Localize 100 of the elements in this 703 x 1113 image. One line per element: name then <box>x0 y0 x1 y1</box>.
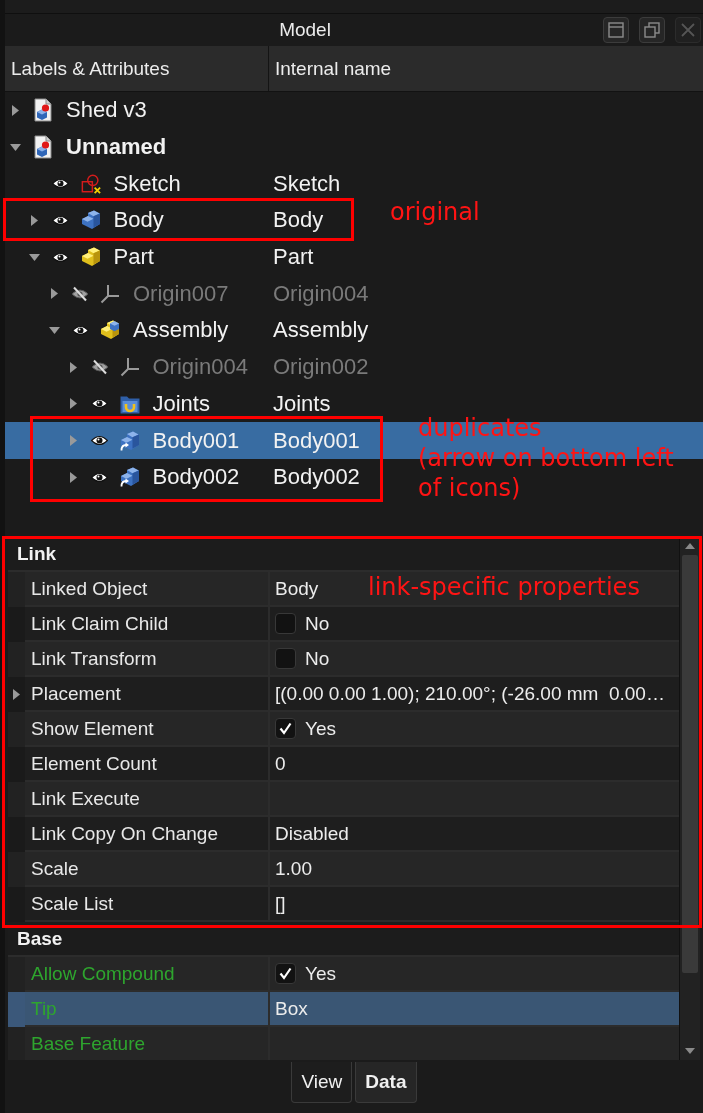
property-name: Tip <box>31 997 57 1020</box>
property-row[interactable]: Base Feature <box>8 1027 679 1060</box>
eye-icon[interactable] <box>91 471 108 483</box>
tick-icon <box>279 967 292 980</box>
caret-icon[interactable] <box>11 104 19 116</box>
property-row[interactable]: Link Claim Child No <box>8 607 679 642</box>
restore-button[interactable] <box>639 17 665 43</box>
property-row[interactable]: Link Transform No <box>8 642 679 677</box>
block-arrow-icon <box>119 467 140 488</box>
block-icon <box>80 247 101 268</box>
property-name: Allow Compound <box>31 962 175 985</box>
item-label[interactable]: Joints <box>152 390 210 417</box>
property-row[interactable]: Linked Object Body link-specific properties <box>8 572 679 607</box>
internal-name: Part <box>273 244 314 271</box>
property-name: Base Feature <box>31 1032 146 1055</box>
block-arrow-icon <box>119 430 140 451</box>
scroll-down-icon[interactable] <box>685 1048 695 1054</box>
caret-icon[interactable] <box>50 288 58 300</box>
property-row[interactable]: Placement [(0.00 0.00 1.00); 210.00°; (-26.00 mm 0.00… <box>8 677 679 712</box>
property-row[interactable]: Scale 1.00 <box>8 852 679 887</box>
eye-icon[interactable] <box>52 214 69 226</box>
eye-icon[interactable] <box>71 324 89 336</box>
scrollbar[interactable] <box>679 537 700 1060</box>
property-name: Placement <box>31 682 121 705</box>
annotation-text: duplicates (arrow on bottom left of icons) <box>418 413 674 503</box>
eye-icon[interactable] <box>91 435 108 447</box>
caret-icon[interactable] <box>48 326 60 334</box>
property-value: Yes <box>305 717 336 740</box>
item-label[interactable]: Part <box>113 244 154 271</box>
close-icon <box>680 22 696 38</box>
checkbox[interactable] <box>275 648 296 669</box>
internal-name: Assembly <box>273 317 369 344</box>
property-name: Element Count <box>31 752 157 775</box>
caret-icon[interactable] <box>70 471 77 483</box>
internal-name: Origin004 <box>273 280 369 307</box>
property-name: Scale List <box>31 892 114 915</box>
property-row[interactable]: Tip Box <box>8 992 679 1027</box>
property-value: [(0.00 0.00 1.00); 210.00°; (-26.00 mm 0.00… <box>275 682 665 705</box>
item-label[interactable]: Body <box>113 207 164 234</box>
property-name: Linked Object <box>31 577 148 600</box>
eye-icon[interactable] <box>52 251 69 263</box>
item-label[interactable]: Body001 <box>152 427 240 454</box>
property-row[interactable]: Show Element Yes <box>8 712 679 747</box>
internal-name: Origin002 <box>273 354 369 381</box>
caret-icon[interactable] <box>31 214 38 226</box>
eye-icon[interactable] <box>91 398 108 410</box>
property-name: Link Claim Child <box>31 612 169 635</box>
caret-icon[interactable] <box>70 361 77 373</box>
property-value: Box <box>275 997 308 1020</box>
tab[interactable]: View <box>291 1062 353 1103</box>
tab[interactable]: Data <box>355 1062 417 1103</box>
eye-slash-icon[interactable] <box>90 359 109 376</box>
selected-tree-row[interactable]: Body001 Body001 <box>5 422 415 459</box>
checkbox[interactable] <box>275 613 296 634</box>
property-value: 0 <box>275 752 286 775</box>
property-row[interactable]: Link Execute <box>8 782 679 817</box>
caret-icon[interactable] <box>13 689 20 700</box>
property-value: No <box>305 647 330 670</box>
scroll-up-icon[interactable] <box>685 543 695 549</box>
internal-name: Sketch <box>273 170 341 197</box>
item-label[interactable]: Body002 <box>152 464 240 491</box>
internal-name: Body002 <box>273 464 360 491</box>
property-row[interactable]: Scale List [] <box>8 887 679 922</box>
scrollbar-thumb[interactable] <box>682 555 698 973</box>
property-row[interactable]: Element Count 0 <box>8 747 679 782</box>
column-header[interactable]: Internal name <box>269 46 703 91</box>
column-header[interactable]: Labels & Attributes <box>5 46 269 91</box>
internal-name: Body001 <box>273 427 360 454</box>
caret-icon[interactable] <box>70 398 77 410</box>
item-label[interactable]: Sketch <box>113 170 181 197</box>
caret-icon[interactable] <box>9 143 21 151</box>
eye-icon[interactable] <box>52 178 69 190</box>
item-label[interactable]: Origin007 <box>133 280 229 307</box>
internal-name: Joints <box>273 390 331 417</box>
block-icon <box>80 210 101 231</box>
sketch-icon <box>80 172 101 195</box>
eye-slash-icon[interactable] <box>71 285 89 302</box>
item-label[interactable]: Shed v3 <box>66 97 147 124</box>
property-name: Link Copy On Change <box>31 822 218 845</box>
property-value: [] <box>275 892 286 915</box>
axes-icon <box>119 357 140 378</box>
annotation-text: link-specific properties <box>368 573 640 601</box>
window-icon <box>608 22 624 38</box>
panel-title: Model <box>279 19 331 41</box>
tick-icon <box>279 722 292 735</box>
property-name: Scale <box>31 857 79 880</box>
property-name: Link Transform <box>31 647 157 670</box>
item-label[interactable]: Origin004 <box>152 354 248 381</box>
checkbox[interactable] <box>275 718 296 739</box>
caret-icon[interactable] <box>29 253 40 261</box>
checkbox[interactable] <box>275 963 296 984</box>
restore-icon <box>644 22 660 38</box>
property-value: No <box>305 612 330 635</box>
axes-icon <box>100 283 120 304</box>
property-name: Link Execute <box>31 787 140 810</box>
float-button[interactable] <box>603 17 629 43</box>
property-row[interactable]: Link Copy On Change Disabled <box>8 817 679 852</box>
item-label[interactable]: Unnamed <box>66 134 167 161</box>
item-label[interactable]: Assembly <box>133 317 229 344</box>
property-row[interactable]: Allow Compound Yes <box>8 957 679 992</box>
